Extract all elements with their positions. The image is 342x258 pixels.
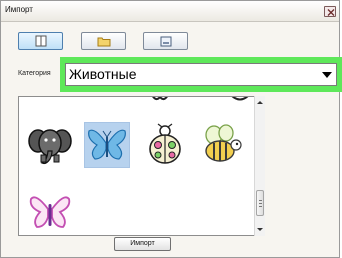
grip-icon [259, 200, 262, 201]
design-elephant[interactable] [28, 123, 72, 167]
folder-button[interactable] [81, 32, 126, 50]
scroll-thumb[interactable] [256, 190, 264, 216]
window-title: Импорт [5, 5, 33, 14]
butterfly-pink-icon [29, 196, 71, 228]
ladybug-icon [149, 123, 181, 164]
close-icon [327, 9, 335, 16]
frame-view-button[interactable] [18, 32, 63, 50]
folder-icon [97, 37, 111, 47]
grip-icon [259, 206, 262, 207]
scroll-down-icon[interactable] [255, 224, 265, 234]
partial-design-icon [231, 97, 249, 101]
import-button[interactable]: Импорт [114, 237, 171, 251]
close-button[interactable] [324, 6, 336, 17]
bee-icon [205, 124, 242, 162]
design-ladybug[interactable] [143, 123, 187, 167]
category-dropdown[interactable]: Животные [65, 63, 337, 86]
design-butterfly-blue[interactable] [84, 122, 130, 168]
partial-design-icon [152, 97, 168, 101]
design-butterfly-pink[interactable] [28, 191, 72, 235]
import-dialog: Импорт Категория Животные Импорт [0, 0, 342, 258]
category-value: Животные [69, 66, 137, 82]
title-bar: Импорт [1, 1, 339, 22]
design-bee[interactable] [200, 123, 244, 167]
grip-icon [259, 203, 262, 204]
elephant-icon [28, 129, 72, 165]
design-list[interactable] [18, 96, 265, 236]
chevron-down-icon [322, 72, 332, 78]
list-scrollbar[interactable] [254, 96, 265, 236]
drive-icon [160, 36, 172, 47]
scroll-up-icon[interactable] [255, 98, 265, 108]
drive-button[interactable] [143, 32, 188, 50]
butterfly-blue-icon [88, 129, 126, 160]
category-label: Категория [18, 70, 51, 77]
frame-view-icon [35, 35, 47, 47]
